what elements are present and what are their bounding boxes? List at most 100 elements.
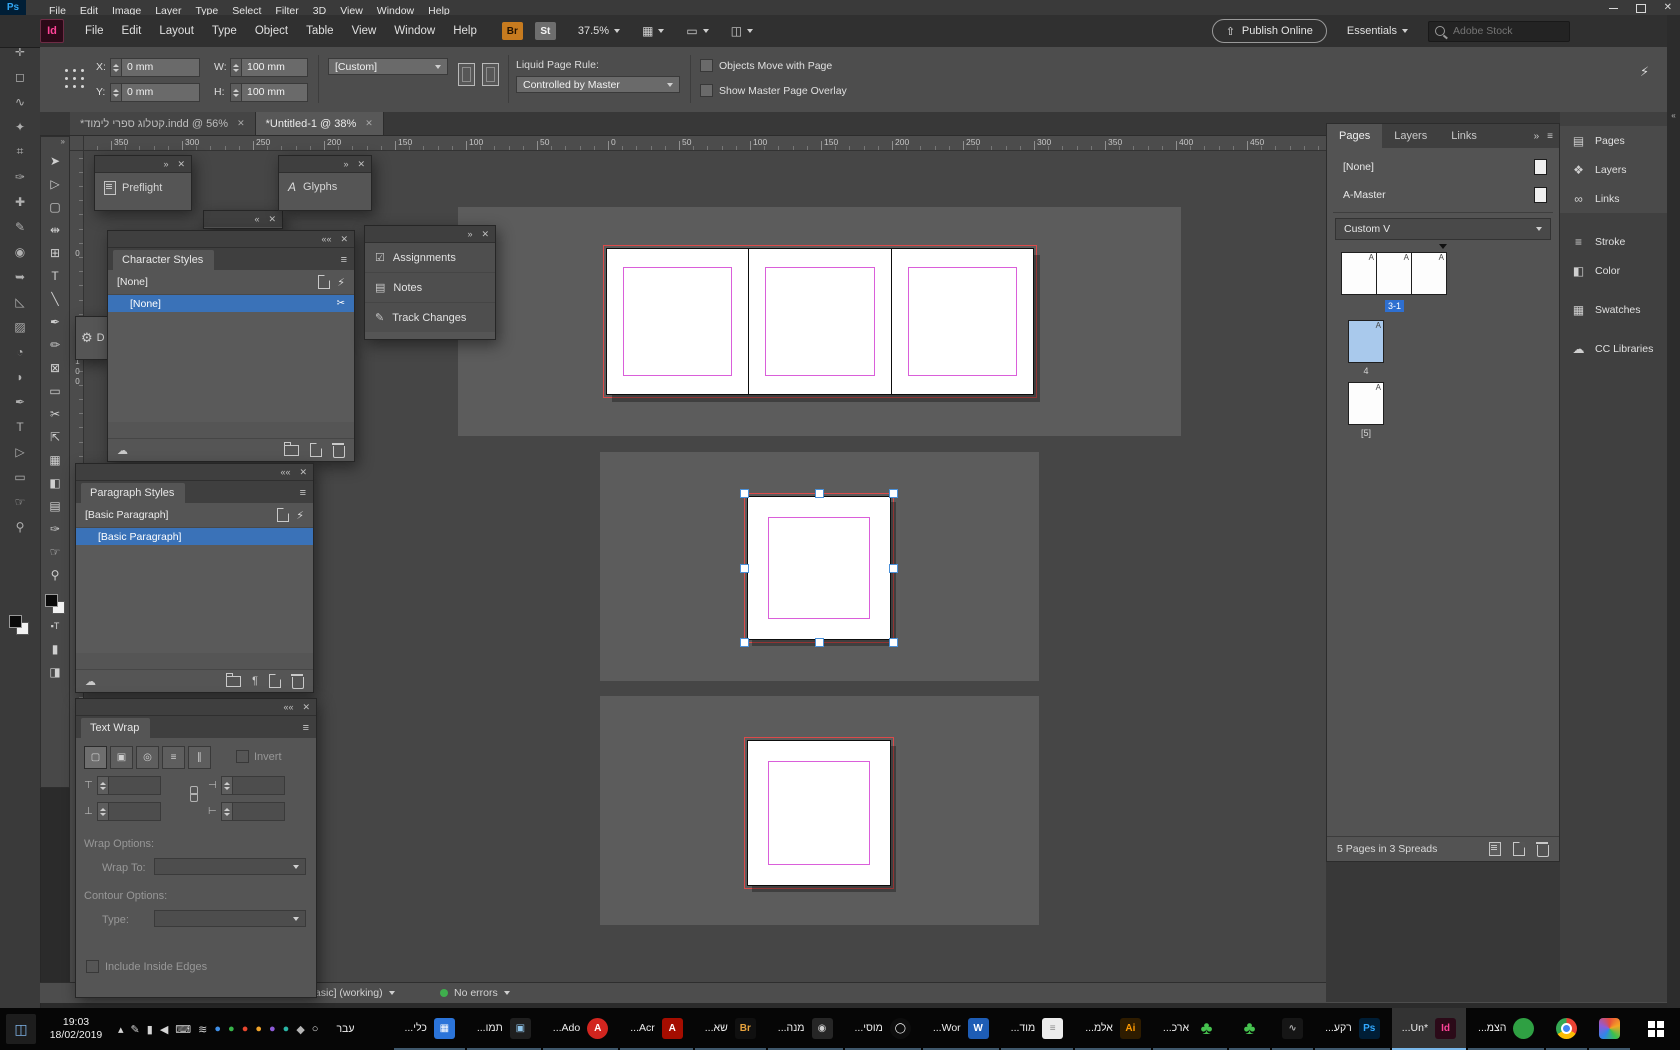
- liquid-page-rule-dropdown[interactable]: Controlled by Master: [516, 76, 680, 93]
- tab-close-icon[interactable]: ✕: [237, 118, 245, 129]
- fill-color-swatch[interactable]: [45, 594, 58, 607]
- collapse-panel-icon[interactable]: ««: [280, 467, 290, 477]
- language-indicator[interactable]: עבר: [336, 1023, 354, 1035]
- taskbar-button-photos-dark[interactable]: ...תמו▣: [467, 1008, 541, 1050]
- style-override-icon[interactable]: [318, 275, 330, 289]
- free-transform-tool[interactable]: ⇱: [43, 425, 67, 448]
- cc-sync-icon[interactable]: ☁: [117, 444, 128, 457]
- lasso-tool[interactable]: ∿: [8, 89, 32, 114]
- eraser-tool[interactable]: ◺: [8, 289, 32, 314]
- collapse-panel-icon[interactable]: »: [467, 229, 472, 239]
- menu-layout[interactable]: Layout: [150, 15, 203, 47]
- new-page-icon[interactable]: [1513, 842, 1525, 856]
- line-tool[interactable]: ╲: [43, 287, 67, 310]
- crop-tool[interactable]: ⌗: [8, 139, 32, 164]
- pages-view-dropdown[interactable]: Custom V: [1335, 218, 1551, 240]
- type-tool[interactable]: T: [8, 414, 32, 439]
- collapse-panel-icon[interactable]: «: [254, 214, 259, 224]
- bridge-button[interactable]: Br: [502, 22, 523, 40]
- taskbar-button-adobe-red[interactable]: ...AdoA: [543, 1008, 618, 1050]
- gear-icon[interactable]: ⚙: [81, 330, 93, 346]
- history-brush-tool[interactable]: ➥: [8, 264, 32, 289]
- right-offset-field[interactable]: ⊢: [208, 802, 285, 821]
- panel-tab-assignments[interactable]: ☑Assignments: [365, 243, 495, 273]
- formatting-affects-icon[interactable]: ▪T: [43, 614, 67, 637]
- ps-menu-view[interactable]: View: [333, 0, 370, 15]
- document-tab[interactable]: *קטלוג ספרי לימוד.indd @ 56% ✕: [70, 112, 256, 135]
- panel-menu-icon[interactable]: ≡: [303, 722, 309, 734]
- taskbar-button-dark-wave-only[interactable]: ∿: [1272, 1008, 1313, 1050]
- character-styles-tab[interactable]: Character Styles: [113, 250, 214, 270]
- red-app-icon[interactable]: ●: [242, 1023, 249, 1035]
- spread1-page-thumbnail[interactable]: A: [1376, 252, 1412, 295]
- edit-page-size-icon[interactable]: [1489, 842, 1501, 856]
- character-style-row-selected[interactable]: [None] ✂: [108, 295, 354, 312]
- checkbox-icon[interactable]: [700, 84, 713, 97]
- pen-tool[interactable]: ✒: [8, 389, 32, 414]
- wrap-around-object-shape-icon[interactable]: ◎: [136, 746, 159, 769]
- dock-item-stroke[interactable]: ≡Stroke: [1560, 227, 1667, 256]
- keyboard-icon[interactable]: ⌨: [175, 1023, 191, 1036]
- workspace-switcher[interactable]: Essentials: [1347, 25, 1408, 37]
- ps-menu-layer[interactable]: Layer: [148, 0, 188, 15]
- rectangle-frame-tool[interactable]: ⊠: [43, 356, 67, 379]
- menu-edit[interactable]: Edit: [113, 15, 151, 47]
- cc-sync-icon[interactable]: ☁: [85, 675, 96, 688]
- purple-app-icon[interactable]: ●: [269, 1023, 276, 1035]
- selection-tool[interactable]: ➤: [43, 149, 67, 172]
- ps-menu-3d[interactable]: 3D: [306, 0, 333, 15]
- ps-menu-help[interactable]: Help: [421, 0, 457, 15]
- dock-item-cc-libraries[interactable]: ☁CC Libraries: [1560, 334, 1667, 363]
- direct-selection-tool[interactable]: ▷: [43, 172, 67, 195]
- ps-menu-file[interactable]: File: [42, 0, 73, 15]
- quick-selection-tool[interactable]: ✦: [8, 114, 32, 139]
- jump-object-icon[interactable]: ≡: [162, 746, 185, 769]
- zoom-level-dropdown[interactable]: 37.5%: [578, 25, 620, 37]
- taskbar-button-illustrator-ai[interactable]: ...אלמAi: [1075, 1008, 1151, 1050]
- menu-table[interactable]: Table: [297, 15, 343, 47]
- start-button[interactable]: [1632, 1008, 1680, 1050]
- blur-tool[interactable]: ◔: [8, 339, 32, 364]
- menu-help[interactable]: Help: [444, 15, 486, 47]
- apply-color-icon[interactable]: ▮: [43, 637, 67, 660]
- ps-menu-window[interactable]: Window: [370, 0, 421, 15]
- quick-apply-icon[interactable]: ⚡: [337, 276, 345, 289]
- master-none-row[interactable]: [None]: [1327, 154, 1559, 180]
- rectangle-tool[interactable]: ▭: [43, 379, 67, 402]
- delete-style-icon[interactable]: [292, 677, 304, 689]
- menu-view[interactable]: View: [343, 15, 386, 47]
- tab-links[interactable]: Links: [1439, 124, 1489, 148]
- taskbar-button-clover-green-only[interactable]: ♣: [1229, 1008, 1270, 1050]
- w-field[interactable]: 100 mm: [230, 58, 308, 77]
- stock-button[interactable]: St: [535, 22, 556, 40]
- dock-item-layers[interactable]: ❖Layers: [1560, 155, 1667, 184]
- taskbar-button-chrome-only[interactable]: [1546, 1008, 1587, 1050]
- stepper-icon[interactable]: [231, 84, 242, 101]
- menu-window[interactable]: Window: [385, 15, 444, 47]
- ps-maximize-icon[interactable]: [1636, 4, 1646, 13]
- collapse-panel-icon[interactable]: ««: [321, 234, 331, 244]
- note-tool[interactable]: ▤: [43, 494, 67, 517]
- page5-label[interactable]: [5]: [1348, 428, 1384, 438]
- paragraph-style-row-selected[interactable]: [Basic Paragraph]: [76, 528, 313, 545]
- collapse-dock-icon[interactable]: «: [1671, 111, 1675, 120]
- taskbar-button-green-circle[interactable]: ...הצמ: [1468, 1008, 1544, 1050]
- panel-menu-icon[interactable]: ≡: [300, 487, 306, 499]
- close-panel-icon[interactable]: ✕: [268, 214, 276, 225]
- hidden-icons-chevron-icon[interactable]: ▴: [118, 1023, 124, 1036]
- close-panel-icon[interactable]: ✕: [302, 702, 310, 713]
- style-group-icon[interactable]: [226, 676, 241, 687]
- menu-type[interactable]: Type: [203, 15, 246, 47]
- quick-apply-icon[interactable]: ⚡: [296, 509, 304, 522]
- battery-icon[interactable]: ▮: [147, 1023, 153, 1036]
- adobe-stock-search[interactable]: [1428, 21, 1570, 42]
- ps-close-icon[interactable]: ✕: [1664, 3, 1672, 13]
- ps-menu-select[interactable]: Select: [225, 0, 268, 15]
- dock-item-color[interactable]: ◧Color: [1560, 256, 1667, 285]
- page5-thumbnail[interactable]: A: [1348, 382, 1384, 425]
- volume-icon[interactable]: ◀: [160, 1023, 168, 1036]
- gradient-tool[interactable]: ▨: [8, 314, 32, 339]
- teal-app-icon[interactable]: ●: [283, 1023, 290, 1035]
- view-options-dropdown[interactable]: ▦: [642, 24, 664, 38]
- network-icon[interactable]: ≋: [198, 1023, 207, 1036]
